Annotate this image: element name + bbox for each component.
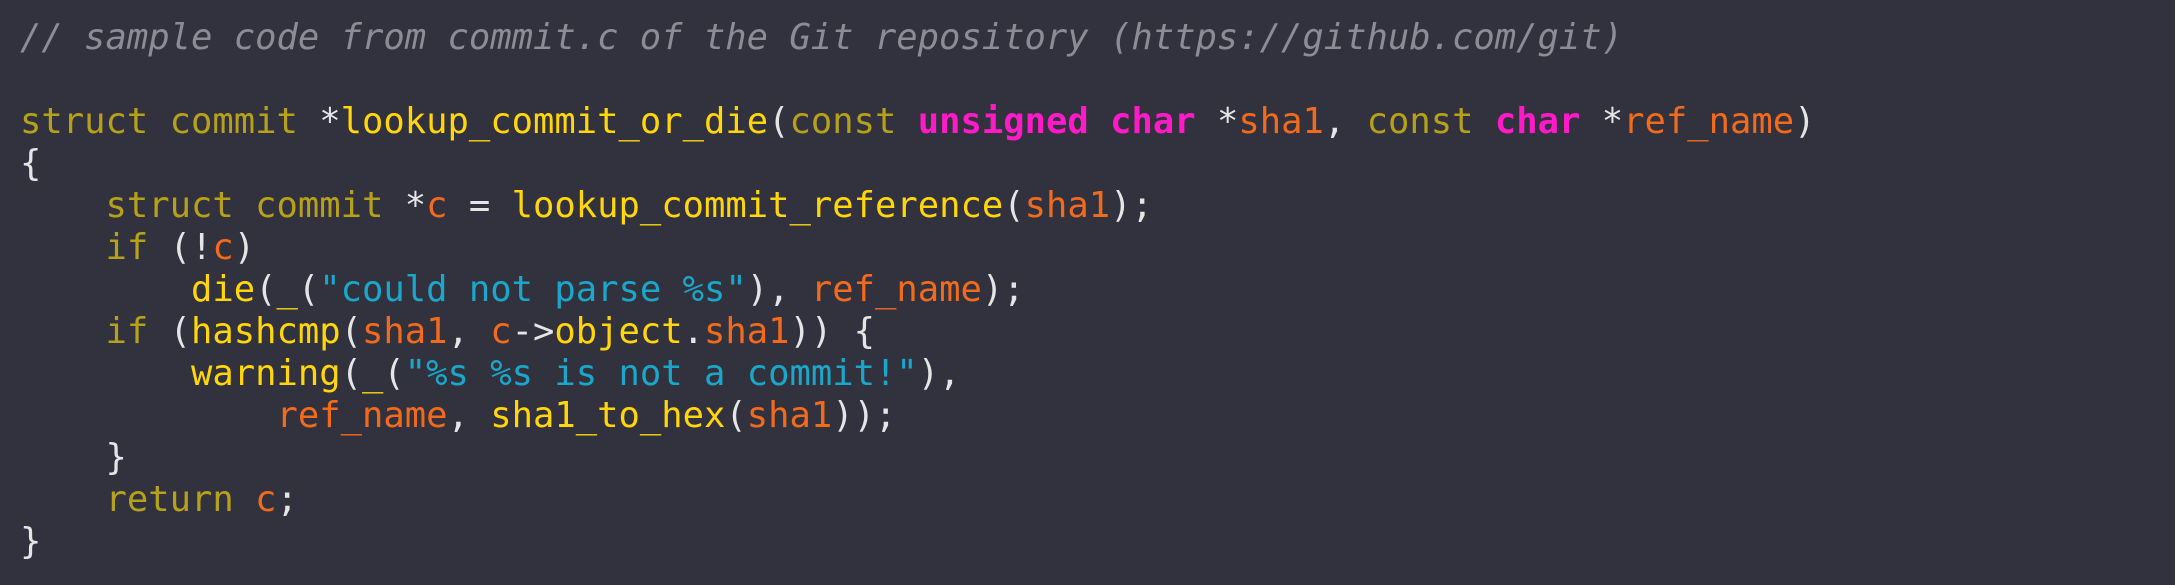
code-keyword: struct — [105, 185, 234, 226]
code-function: _ — [361, 353, 384, 394]
code-keyword: const — [1366, 101, 1474, 142]
code-type: char — [1494, 101, 1581, 142]
code-punctuation: , — [447, 395, 491, 436]
code-keyword: return — [105, 479, 234, 520]
code-punctuation — [20, 185, 106, 226]
code-punctuation: )) { — [789, 311, 876, 352]
code-punctuation: , — [1323, 101, 1367, 142]
code-line: } — [20, 521, 2175, 563]
code-line: { — [20, 143, 2175, 185]
code-variable: c — [490, 311, 512, 352]
code-function: lookup_commit_or_die — [340, 101, 769, 142]
code-punctuation: , — [447, 311, 491, 352]
code-variable: sha1 — [746, 395, 833, 436]
code-punctuation: * — [383, 185, 427, 226]
code-punctuation — [20, 353, 191, 394]
code-line: ref_name, sha1_to_hex(sha1)); — [20, 395, 2175, 437]
code-variable: c — [426, 185, 448, 226]
code-variable: c — [212, 227, 234, 268]
code-string: "%s %s is not a commit!" — [404, 353, 918, 394]
code-line: if (!c) — [20, 227, 2175, 269]
code-editor[interactable]: // sample code from commit.c of the Git … — [0, 0, 2175, 585]
code-punctuation: ) — [1794, 101, 1816, 142]
code-keyword: const — [789, 101, 897, 142]
code-punctuation: )); — [832, 395, 897, 436]
code-keyword: struct — [20, 101, 149, 142]
code-variable: sha1 — [362, 311, 448, 352]
code-punctuation: . — [682, 311, 704, 352]
code-punctuation — [1473, 101, 1494, 142]
code-line: warning(_("%s %s is not a commit!"), — [20, 353, 2175, 395]
code-punctuation: ; — [276, 479, 298, 520]
code-punctuation: ( — [725, 395, 747, 436]
code-punctuation: ( — [340, 353, 362, 394]
code-variable: ref_name — [810, 269, 982, 310]
code-line: return c; — [20, 479, 2175, 521]
code-punctuation: -> — [511, 311, 555, 352]
code-function: warning — [190, 353, 341, 394]
code-punctuation: ), — [917, 353, 961, 394]
code-variable: c — [255, 479, 277, 520]
code-punctuation — [20, 395, 276, 436]
code-line: } — [20, 437, 2175, 479]
code-punctuation: } — [20, 521, 42, 562]
code-variable: sha1 — [704, 311, 790, 352]
code-type: unsigned — [917, 101, 1089, 142]
code-punctuation: { — [20, 143, 42, 184]
code-string: "could not parse %s" — [319, 269, 747, 310]
code-punctuation — [20, 437, 106, 478]
code-punctuation: ), — [746, 269, 811, 310]
code-punctuation — [20, 479, 106, 520]
code-variable: ref_name — [276, 395, 448, 436]
code-punctuation: ); — [1110, 185, 1153, 226]
code-punctuation — [148, 101, 169, 142]
code-punctuation — [234, 479, 255, 520]
code-punctuation: * — [1580, 101, 1624, 142]
code-punctuation — [896, 101, 917, 142]
code-punctuation — [1089, 101, 1110, 142]
code-punctuation — [20, 311, 106, 352]
code-variable: sha1 — [1024, 185, 1111, 226]
code-punctuation: ( — [340, 311, 362, 352]
code-type: char — [1110, 101, 1196, 142]
code-function: die — [190, 269, 256, 310]
code-punctuation: (! — [148, 227, 213, 268]
code-punctuation: * — [297, 101, 341, 142]
code-punctuation: ( — [255, 269, 277, 310]
code-punctuation — [20, 269, 191, 310]
code-comment: // sample code from commit.c of the Git … — [20, 17, 1623, 58]
code-line: if (hashcmp(sha1, c->object.sha1)) { — [20, 311, 2175, 353]
code-keyword: commit — [169, 101, 298, 142]
code-punctuation: } — [105, 437, 127, 478]
code-punctuation: ( — [148, 311, 191, 352]
code-function: hashcmp — [191, 311, 341, 352]
code-punctuation — [20, 227, 106, 268]
code-keyword: commit — [255, 185, 384, 226]
code-line: // sample code from commit.c of the Git … — [20, 17, 2175, 59]
code-line: struct commit *lookup_commit_or_die(cons… — [20, 101, 2175, 143]
code-variable: sha1 — [1238, 101, 1324, 142]
code-punctuation: ) — [233, 227, 256, 268]
code-function: _ — [276, 269, 298, 310]
code-punctuation: * — [1195, 101, 1239, 142]
code-punctuation: ); — [981, 269, 1025, 310]
code-function: object — [554, 311, 683, 352]
code-punctuation: = — [447, 185, 512, 226]
code-function: lookup_commit_reference — [511, 185, 1004, 226]
code-punctuation: ( — [297, 269, 320, 310]
code-keyword: if — [105, 311, 149, 352]
code-function: sha1_to_hex — [490, 395, 726, 436]
code-punctuation: ( — [768, 101, 790, 142]
code-keyword: if — [105, 227, 149, 268]
code-line: die(_("could not parse %s"), ref_name); — [20, 269, 2175, 311]
code-variable: ref_name — [1623, 101, 1795, 142]
code-punctuation: ( — [383, 353, 405, 394]
code-punctuation — [234, 185, 255, 226]
code-line: struct commit *c = lookup_commit_referen… — [20, 185, 2175, 227]
code-punctuation: ( — [1003, 185, 1025, 226]
